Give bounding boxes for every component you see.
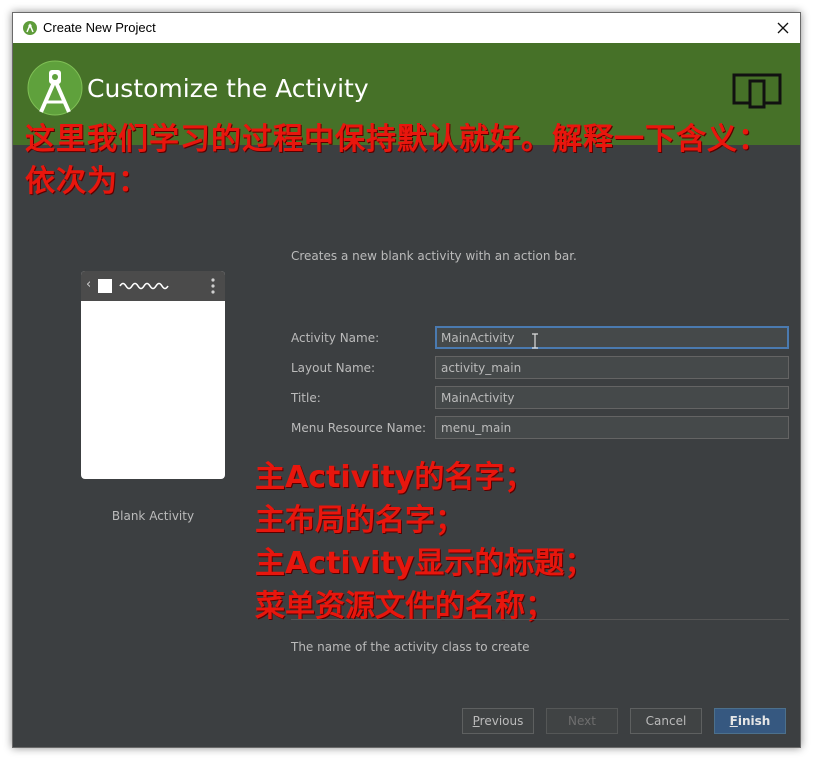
android-studio-icon [23, 21, 37, 35]
create-project-dialog: Create New Project Customize the Activit… [12, 12, 801, 748]
previous-mnemonic: P [472, 714, 480, 728]
previous-button[interactable]: Previous [462, 708, 534, 734]
text-cursor-icon [532, 333, 538, 349]
page-title: Customize the Activity [87, 74, 369, 103]
activity-name-input[interactable] [435, 326, 789, 349]
annotation-fields-line3: 主Activity显示的标题； [255, 546, 595, 581]
menu-resource-name-input[interactable] [435, 416, 789, 439]
layout-name-input[interactable] [435, 356, 789, 379]
finish-button[interactable]: Finish [714, 708, 786, 734]
finish-label: inish [737, 714, 771, 728]
overflow-menu-icon [211, 278, 215, 294]
layout-name-label: Layout Name: [291, 361, 376, 375]
next-button[interactable]: Next [546, 708, 618, 734]
annotation-fields-line1: 主Activity的名字； [255, 460, 535, 495]
annotation-fields-line4: 菜单资源文件的名称； [255, 589, 555, 624]
title-bar: Create New Project [13, 13, 800, 43]
annotation-fields-line2: 主布局的名字； [255, 503, 465, 538]
preview-label: Blank Activity [111, 509, 195, 523]
back-chevron-icon: ‹ [86, 277, 92, 292]
preview-action-bar: ‹ [81, 271, 225, 301]
title-label: Title: [291, 391, 321, 405]
device-icon [732, 73, 782, 109]
annotation-intro: 这里我们学习的过程中保持默认就好。解释一下含义： 依次为： [25, 119, 769, 203]
app-icon-placeholder [98, 279, 112, 293]
window-title: Create New Project [43, 20, 156, 35]
menu-resource-name-label: Menu Resource Name: [291, 421, 427, 435]
cancel-button[interactable]: Cancel [630, 708, 702, 734]
previous-label: revious [479, 714, 524, 728]
divider [291, 619, 789, 620]
close-icon[interactable] [772, 17, 794, 39]
title-input[interactable] [435, 386, 789, 409]
title-wave-icon [119, 282, 169, 290]
template-description: Creates a new blank activity with an act… [291, 249, 577, 263]
annotation-intro-line2: 依次为： [25, 164, 149, 199]
finish-mnemonic: F [729, 714, 738, 728]
android-logo-icon [27, 60, 83, 116]
activity-name-label: Activity Name: [291, 331, 380, 345]
activity-preview: ‹ [81, 271, 225, 479]
annotation-fields: 主Activity的名字； 主布局的名字； 主Activity显示的标题； 菜单… [255, 456, 594, 628]
annotation-intro-line1: 这里我们学习的过程中保持默认就好。解释一下含义： [25, 122, 769, 157]
field-hint: The name of the activity class to create [291, 640, 530, 654]
